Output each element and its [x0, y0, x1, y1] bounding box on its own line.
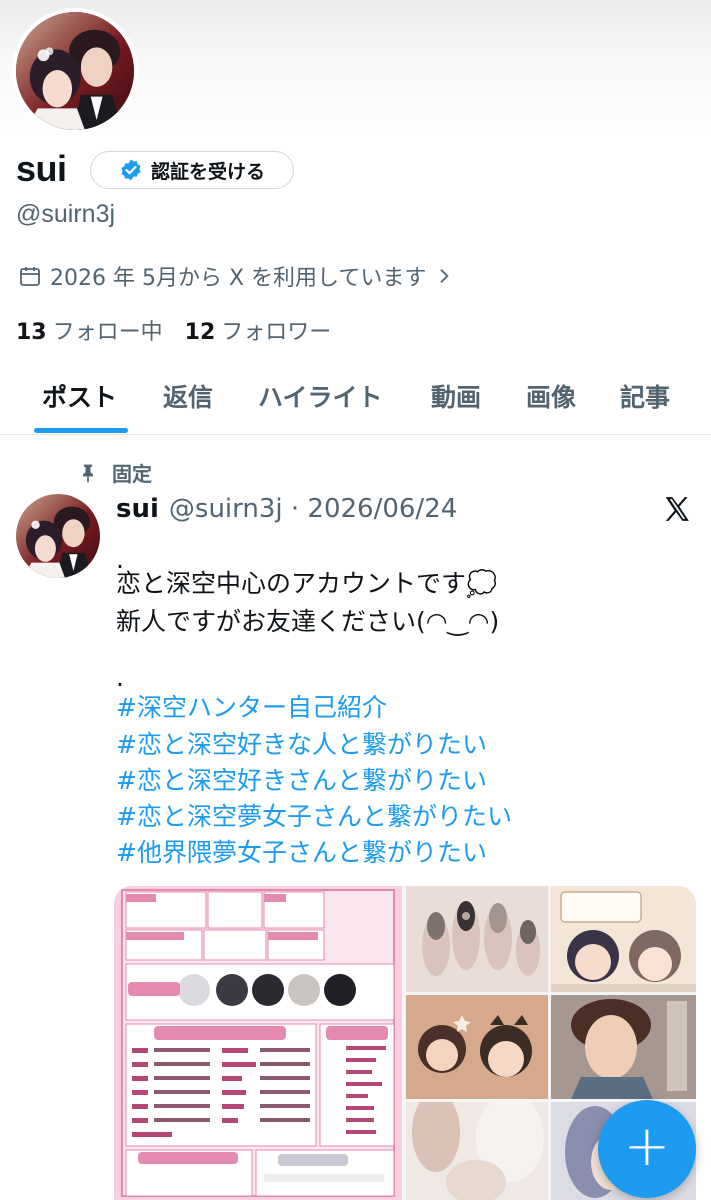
media-image-chibi[interactable]	[406, 995, 548, 1099]
post-header: sui @suirn3j · 2026/06/24	[116, 494, 457, 524]
hashtag-link[interactable]: #恋と深空好きな人と繋がりたい	[116, 727, 487, 763]
chibi-graphic	[406, 995, 548, 1099]
pinned-indicator: 固定	[78, 458, 152, 487]
poster-graphic	[551, 995, 696, 1099]
tab-highlights[interactable]: ハイライト	[258, 378, 383, 414]
tab-posts[interactable]: ポスト	[42, 378, 117, 414]
calendar-icon	[20, 267, 40, 286]
media-image-profile-card[interactable]	[114, 886, 402, 1200]
follow-stats: 13 フォロー中 12 フォロワー	[16, 314, 331, 346]
post-author-name[interactable]: sui	[116, 494, 159, 524]
following-label: フォロー中	[52, 320, 163, 345]
post-author-meta: @suirn3j · 2026/06/24	[168, 494, 458, 524]
pin-icon	[83, 464, 93, 483]
following-link[interactable]: 13 フォロー中	[16, 314, 163, 346]
media-image-photo[interactable]	[406, 1102, 548, 1200]
tab-videos[interactable]: 動画	[431, 378, 481, 414]
comic-graphic	[551, 886, 696, 992]
verified-badge-icon	[121, 159, 141, 181]
hashtag-link[interactable]: #恋と深空好きさんと繋がりたい	[116, 763, 487, 799]
nails-graphic	[406, 886, 548, 992]
photo-graphic	[406, 1102, 548, 1200]
joined-text: 2026 年 5月から X を利用しています	[50, 266, 427, 291]
followers-link[interactable]: 12 フォロワー	[185, 314, 332, 346]
avatar-image	[16, 12, 134, 130]
followers-label: フォロワー	[221, 320, 332, 345]
post-text-line: 新人ですがお友達ください(◠‿◠)	[116, 607, 500, 636]
pinned-label: 固定	[112, 462, 152, 486]
chevron-right-icon	[440, 269, 450, 283]
post-text-line: 恋と深空中心のアカウントです💭	[116, 569, 498, 598]
get-verified-label: 認証を受ける	[150, 160, 265, 183]
display-name: sui	[16, 148, 67, 189]
profile-handle: @suirn3j	[16, 200, 116, 228]
post-author-avatar[interactable]	[16, 494, 100, 578]
followers-count: 12	[184, 320, 216, 345]
active-tab-indicator	[34, 428, 128, 433]
following-count: 13	[16, 320, 47, 345]
hashtag-link[interactable]: #恋と深空夢女子さんと繋がりたい	[116, 799, 512, 835]
media-image-poster[interactable]	[551, 995, 696, 1099]
tab-replies[interactable]: 返信	[163, 378, 213, 414]
get-verified-button[interactable]: 認証を受ける	[90, 151, 294, 189]
x-logo-icon	[665, 497, 689, 521]
profile-avatar[interactable]	[12, 8, 138, 134]
avatar-image	[16, 494, 100, 578]
media-image-nails[interactable]	[406, 886, 548, 992]
compose-post-button[interactable]: +	[598, 1100, 696, 1198]
hashtag-link[interactable]: #深空ハンター自己紹介	[116, 690, 387, 726]
hashtag-link[interactable]: #他界隈夢女子さんと繋がりたい	[116, 835, 487, 871]
profile-card-graphic	[114, 886, 402, 1200]
tab-images[interactable]: 画像	[526, 378, 576, 414]
joined-date[interactable]: 2026 年 5月から X を利用しています	[18, 260, 454, 292]
media-image-comic[interactable]	[551, 886, 696, 992]
tab-articles[interactable]: 記事	[620, 378, 670, 414]
plus-icon: +	[623, 1114, 671, 1179]
profile-tabs: ポスト 返信 ハイライト 動画 画像 記事	[0, 362, 711, 435]
